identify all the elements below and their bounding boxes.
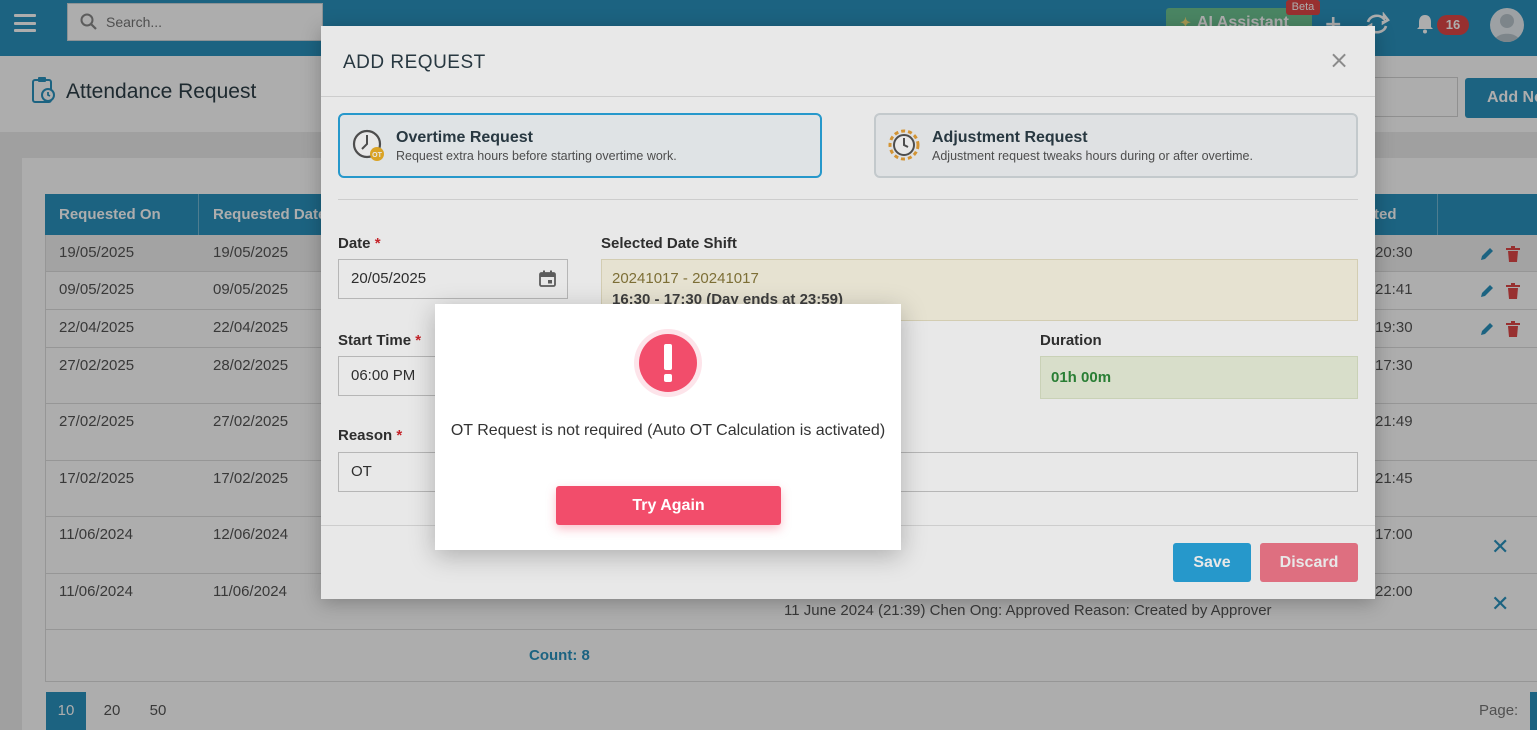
exclamation-icon [634, 329, 702, 397]
try-again-button[interactable]: Try Again [556, 486, 781, 525]
error-alert-dialog: OT Request is not required (Auto OT Calc… [435, 304, 901, 550]
alert-message: OT Request is not required (Auto OT Calc… [450, 422, 886, 439]
